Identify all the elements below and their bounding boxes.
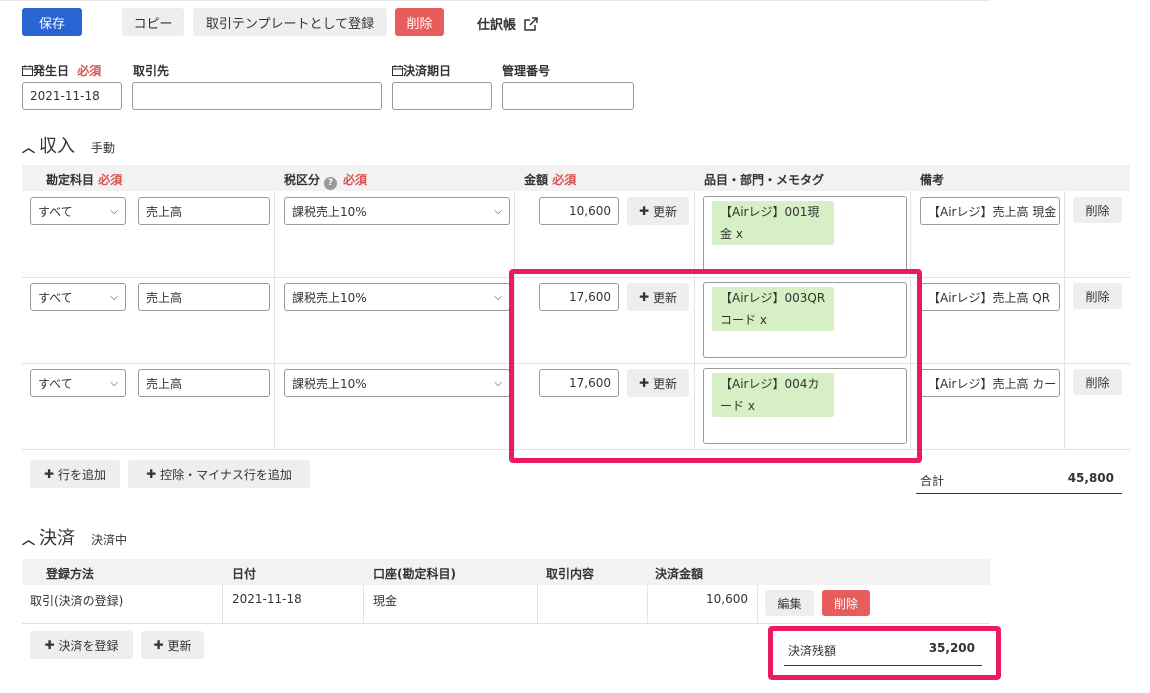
col-payment-amount: 決済金額 [655, 567, 704, 581]
tag-chip[interactable]: 【Airレジ】001現金 x [712, 201, 834, 245]
col-date: 日付 [232, 567, 257, 581]
chevron-down-icon: ⌵ [110, 377, 118, 389]
chevron-down-icon: ⌵ [110, 205, 118, 217]
balance-label: 決済残額 [788, 644, 837, 658]
total-label: 合計 [920, 474, 945, 488]
manage-no-label: 管理番号 [502, 64, 551, 78]
payment-account: 現金 [373, 594, 398, 608]
due-date-input[interactable] [392, 82, 492, 110]
top-divider [0, 0, 990, 1]
delete-payment-button[interactable]: 削除 [822, 590, 870, 616]
payment-section-title[interactable]: ︿ 決済 決済中 [22, 524, 127, 550]
register-payment-button[interactable]: ✚ 決済を登録 [30, 631, 133, 659]
calendar-icon [392, 65, 403, 76]
col-tax: 税区分? 必須 [284, 173, 368, 190]
account-input[interactable]: 売上高 [138, 197, 270, 225]
amount-input[interactable]: 10,600 [539, 197, 619, 225]
row-delete-button[interactable]: 削除 [1073, 283, 1122, 309]
income-mode: 手動 [91, 141, 116, 155]
tax-select[interactable]: 課税売上10% ⌵ [284, 369, 510, 397]
income-section-title[interactable]: ︿ 収入 手動 [22, 132, 115, 158]
account-input[interactable]: 売上高 [138, 283, 270, 311]
highlight-box [509, 269, 922, 463]
balance-value: 35,200 [928, 641, 975, 655]
total-underline [916, 493, 1122, 494]
update-button[interactable]: ✚ 更新 [627, 197, 689, 225]
due-date-label: 決済期日 [392, 62, 451, 79]
tax-select[interactable]: 課税売上10% ⌵ [284, 283, 510, 311]
register-template-button[interactable]: 取引テンプレートとして登録 [193, 8, 387, 36]
issue-date-label: 発生日 必須 [22, 62, 101, 79]
save-button[interactable]: 保存 [22, 8, 82, 36]
chevron-down-icon: ⌵ [110, 291, 118, 303]
payment-status: 決済中 [91, 533, 128, 547]
manage-no-input[interactable] [502, 82, 634, 110]
payment-update-button[interactable]: ✚ 更新 [141, 631, 204, 659]
calendar-icon [22, 65, 33, 76]
note-input[interactable]: 【Airレジ】売上高 カー [920, 369, 1060, 397]
row-delete-button[interactable]: 削除 [1073, 197, 1122, 223]
caret-up-icon: ︿ [22, 141, 36, 156]
note-input[interactable]: 【Airレジ】売上高 QR [920, 283, 1060, 311]
edit-payment-button[interactable]: 編集 [765, 590, 814, 616]
total-value: 45,800 [1067, 471, 1114, 485]
col-payment-account: 口座(勘定科目) [373, 567, 456, 581]
account-filter-select[interactable]: すべて ⌵ [30, 369, 126, 397]
note-input[interactable]: 【Airレジ】売上高 現金 [920, 197, 1060, 225]
chevron-down-icon: ⌵ [494, 377, 502, 389]
account-filter-select[interactable]: すべて ⌵ [30, 197, 126, 225]
payment-date: 2021-11-18 [232, 592, 302, 606]
col-account: 勘定科目 必須 [46, 173, 123, 187]
account-input[interactable]: 売上高 [138, 369, 270, 397]
col-content: 取引内容 [546, 567, 595, 581]
col-method: 登録方法 [46, 567, 95, 581]
tax-select[interactable]: 課税売上10% ⌵ [284, 197, 510, 225]
journal-link-label: 仕訳帳 [477, 18, 517, 33]
col-tags: 品目・部門・メモタグ [704, 173, 825, 187]
caret-up-icon: ︿ [22, 533, 36, 548]
add-minus-row-button[interactable]: ✚ 控除・マイナス行を追加 [128, 460, 310, 488]
payment-amount: 10,600 [706, 592, 748, 606]
partner-input[interactable] [132, 82, 382, 110]
chevron-down-icon: ⌵ [494, 291, 502, 303]
partner-label: 取引先 [133, 64, 170, 78]
delete-button[interactable]: 削除 [395, 8, 444, 36]
balance-underline [784, 665, 982, 666]
col-notes: 備考 [920, 173, 945, 187]
issue-date-input[interactable]: 2021-11-18 [22, 82, 122, 110]
tag-box[interactable]: 【Airレジ】001現金 x [703, 196, 907, 272]
col-amount: 金額 必須 [524, 173, 577, 187]
journal-link[interactable]: 仕訳帳 [477, 14, 538, 33]
chevron-down-icon: ⌵ [494, 205, 502, 217]
payment-table-header [22, 559, 990, 585]
copy-button[interactable]: コピー [122, 8, 184, 36]
external-link-icon [524, 16, 538, 31]
row-delete-button[interactable]: 削除 [1073, 369, 1122, 395]
payment-method: 取引(決済の登録) [30, 594, 124, 608]
help-icon[interactable]: ? [324, 176, 338, 190]
add-row-button[interactable]: ✚ 行を追加 [30, 460, 120, 488]
account-filter-select[interactable]: すべて ⌵ [30, 283, 126, 311]
